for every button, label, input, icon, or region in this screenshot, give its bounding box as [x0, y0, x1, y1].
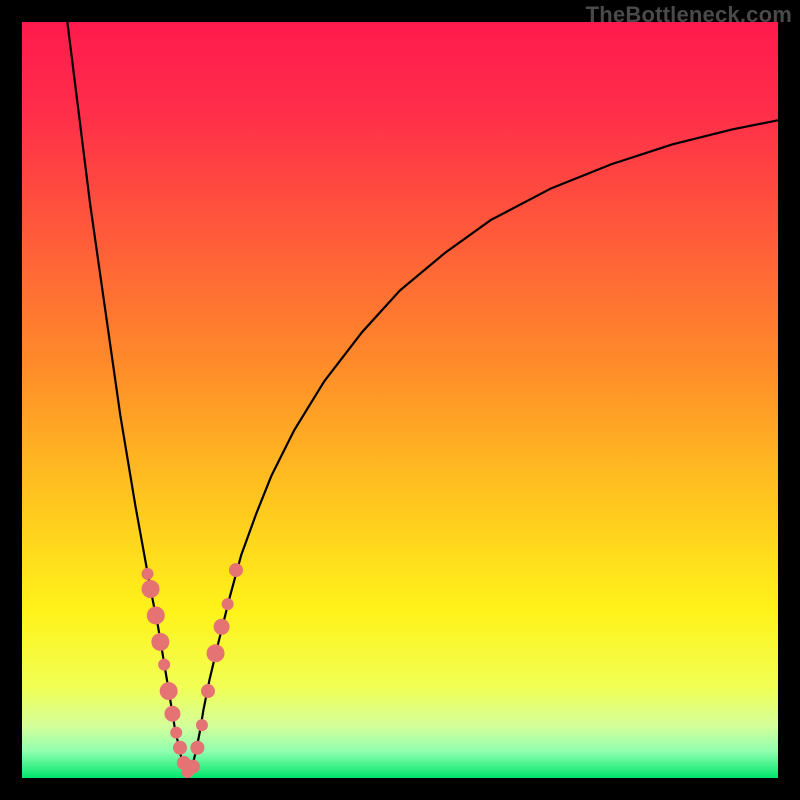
data-marker [158, 659, 170, 671]
data-marker [160, 682, 178, 700]
data-marker [190, 741, 204, 755]
data-marker [142, 568, 154, 580]
data-marker [229, 563, 243, 577]
plot-area [22, 22, 778, 778]
data-marker [196, 719, 208, 731]
data-marker [214, 619, 230, 635]
data-marker [201, 684, 215, 698]
watermark-text: TheBottleneck.com [586, 2, 792, 28]
bottleneck-curve [22, 22, 778, 778]
data-marker [142, 580, 160, 598]
data-marker [222, 598, 234, 610]
data-marker [173, 741, 187, 755]
data-marker [151, 633, 169, 651]
data-marker [207, 644, 225, 662]
chart-frame: TheBottleneck.com [0, 0, 800, 800]
data-marker [170, 727, 182, 739]
data-marker [186, 760, 200, 774]
data-marker [164, 706, 180, 722]
data-marker [147, 606, 165, 624]
